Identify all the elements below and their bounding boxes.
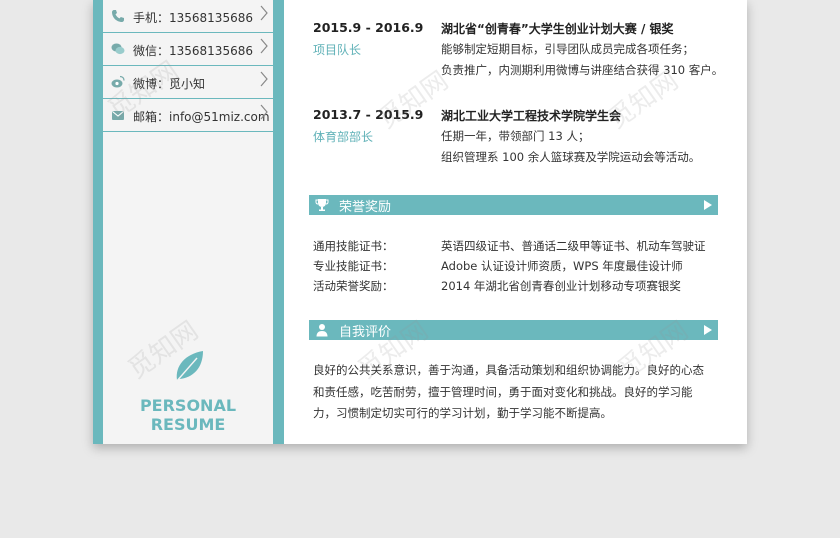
contact-phone-text: 手机：13568135686 bbox=[133, 11, 253, 25]
section-title: 荣誉奖励 bbox=[339, 200, 392, 215]
contact-phone: 手机：13568135686 bbox=[103, 0, 273, 33]
chevron-right-icon bbox=[260, 5, 268, 21]
contact-mail-text: 邮箱：info@51miz.com bbox=[133, 110, 270, 124]
chevron-right-icon bbox=[260, 71, 268, 87]
experience-period: 2013.7 - 2015.9 bbox=[313, 107, 424, 122]
person-icon bbox=[316, 324, 328, 337]
contact-wechat-text: 微信：13568135686 bbox=[133, 44, 253, 58]
honor-label: 通用技能证书： bbox=[313, 239, 394, 253]
honor-label: 专业技能证书： bbox=[313, 259, 394, 273]
section-header-self-eval: 自我评价 bbox=[309, 320, 718, 340]
sidebar-panel: 手机：13568135686 微信：13568135686 微博：觅小知 邮箱：… bbox=[103, 0, 273, 444]
brand-text: PERSONAL RESUME bbox=[139, 396, 237, 434]
main-content: 2015.9 - 2016.9 项目队长 湖北省“创青春”大学生创业计划大赛 /… bbox=[309, 0, 723, 444]
contact-weibo-text: 微博：觅小知 bbox=[133, 77, 206, 91]
resume-page: 手机：13568135686 微信：13568135686 微博：觅小知 邮箱：… bbox=[93, 0, 747, 444]
phone-icon bbox=[112, 10, 124, 22]
honor-value: Adobe 认证设计师资质，WPS 年度最佳设计师 bbox=[441, 259, 683, 273]
leaf-icon bbox=[175, 351, 203, 383]
honor-label: 活动荣誉奖励： bbox=[313, 279, 394, 293]
contact-mail: 邮箱：info@51miz.com bbox=[103, 99, 273, 132]
contact-weibo: 微博：觅小知 bbox=[103, 66, 273, 99]
experience-line: 组织管理系 100 余人篮球赛及学院运动会等活动。 bbox=[441, 150, 701, 164]
weibo-icon bbox=[111, 75, 125, 88]
self-eval-line: 力，习惯制定切实可行的学习计划，勤于学习能不断提高。 bbox=[313, 406, 612, 420]
contact-wechat: 微信：13568135686 bbox=[103, 33, 273, 66]
experience-line: 能够制定短期目标，引导团队成员完成各项任务； bbox=[441, 42, 694, 56]
mail-icon bbox=[112, 111, 124, 120]
trophy-icon bbox=[315, 199, 329, 211]
honor-value: 英语四级证书、普通话二级甲等证书、机动车驾驶证 bbox=[441, 239, 706, 253]
experience-role: 体育部部长 bbox=[313, 130, 374, 144]
experience-line: 负责推广，内测期利用微博与讲座结合获得 310 客户。 bbox=[441, 63, 724, 77]
section-header-honors: 荣誉奖励 bbox=[309, 195, 718, 215]
self-eval-text: 良好的公共关系意识，善于沟通，具备活动策划和组织协调能力。良好的心态 和责任感，… bbox=[313, 360, 718, 425]
chevron-right-icon bbox=[260, 38, 268, 54]
sidebar: 手机：13568135686 微信：13568135686 微博：觅小知 邮箱：… bbox=[93, 0, 284, 444]
triangle-right-icon bbox=[704, 200, 712, 210]
experience-title: 湖北省“创青春”大学生创业计划大赛 / 银奖 bbox=[441, 22, 674, 36]
triangle-right-icon bbox=[704, 325, 712, 335]
self-eval-line: 和责任感，吃苦耐劳，擅于管理时间，勇于面对变化和挑战。良好的学习能 bbox=[313, 384, 693, 399]
experience-role: 项目队长 bbox=[313, 43, 362, 57]
section-title: 自我评价 bbox=[339, 325, 392, 340]
honor-value: 2014 年湖北省创青春创业计划移动专项赛银奖 bbox=[441, 279, 681, 293]
wechat-icon bbox=[111, 43, 125, 55]
self-eval-line: 良好的公共关系意识，善于沟通，具备活动策划和组织协调能力。良好的心态 bbox=[313, 363, 704, 377]
experience-period: 2015.9 - 2016.9 bbox=[313, 20, 424, 35]
experience-title: 湖北工业大学工程技术学院学生会 bbox=[441, 109, 622, 123]
experience-line: 任期一年，带领部门 13 人； bbox=[441, 129, 590, 143]
chevron-right-icon bbox=[260, 104, 268, 120]
